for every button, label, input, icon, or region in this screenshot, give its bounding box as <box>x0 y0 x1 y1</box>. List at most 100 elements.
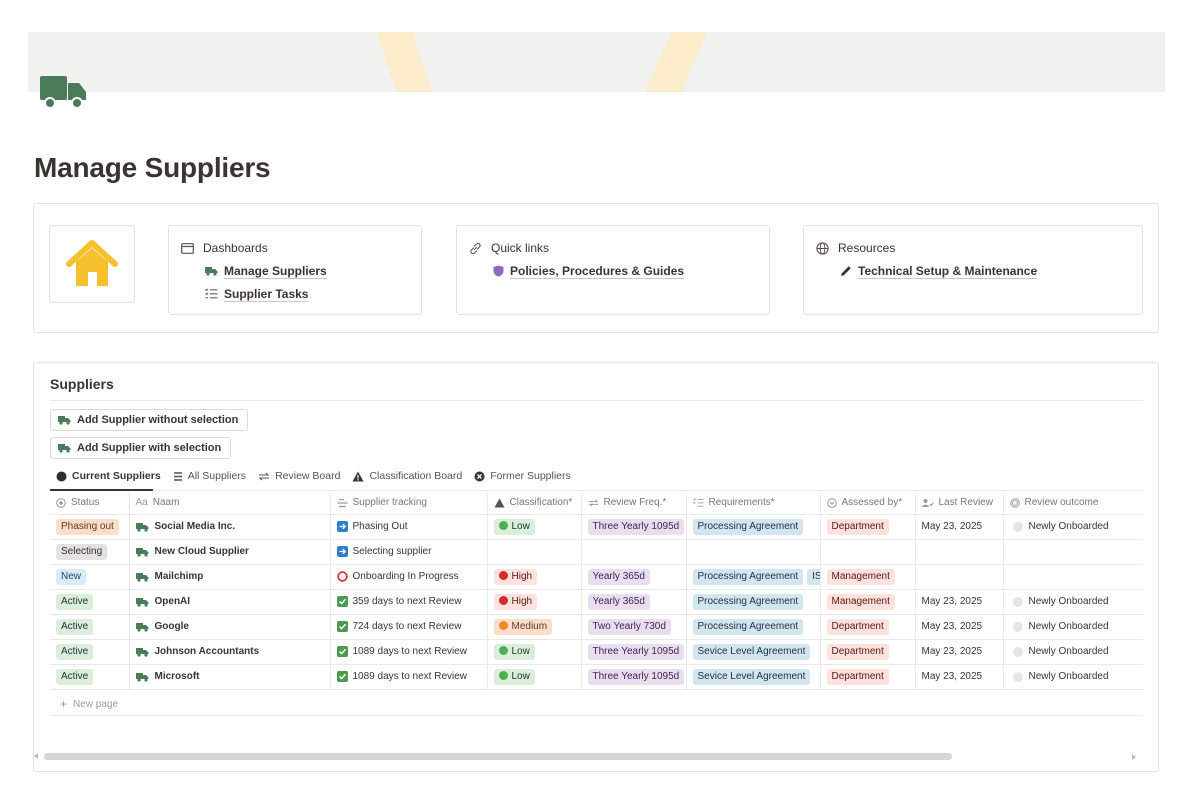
column-header-tracking[interactable]: Supplier tracking <box>330 492 488 515</box>
tracking-cell[interactable]: 724 days to next Review <box>330 614 488 640</box>
classification-cell[interactable]: Low <box>487 514 582 540</box>
review-freq-cell[interactable]: Three Yearly 1095d <box>581 639 687 665</box>
last-review-cell[interactable]: May 23, 2025 <box>915 589 1004 615</box>
table-row[interactable]: Active Google 724 days to next Review Mediu… <box>50 614 1143 640</box>
review-outcome-cell[interactable]: Newly Onboarded <box>1003 664 1143 690</box>
supplier-name: OpenAI <box>154 596 191 607</box>
tracking-cell[interactable]: 359 days to next Review <box>330 589 488 615</box>
review-freq-cell[interactable]: Three Yearly 1095d <box>581 514 687 540</box>
new-page-row[interactable]: + New page <box>50 692 1143 716</box>
review-freq-cell[interactable]: Yearly 365d <box>581 589 687 615</box>
last-review-cell[interactable]: May 23, 2025 <box>915 514 1004 540</box>
column-header-classification[interactable]: Classification* <box>487 492 582 515</box>
review-freq-cell[interactable]: Three Yearly 1095d <box>581 664 687 690</box>
name-cell[interactable]: Mailchimp <box>129 564 331 590</box>
status-cell[interactable]: Phasing out <box>50 514 130 540</box>
tab-current-suppliers[interactable]: Current Suppliers <box>56 470 161 482</box>
requirement-badge: Processing Agreement <box>692 568 804 585</box>
column-header-review-outcome[interactable]: Review outcome <box>1003 492 1143 515</box>
last-review-cell[interactable]: May 23, 2025 <box>915 664 1004 690</box>
status-cell[interactable]: New <box>50 564 130 590</box>
review-freq-cell[interactable]: Two Yearly 730d <box>581 614 687 640</box>
requirements-cell[interactable]: Processing Agreement <box>686 614 821 640</box>
requirements-cell[interactable]: Sevice Level Agreement <box>686 639 821 665</box>
tracking-cell[interactable]: 1089 days to next Review <box>330 664 488 690</box>
name-cell[interactable]: Social Media Inc. <box>129 514 331 540</box>
column-header-last-review[interactable]: Last Review <box>915 492 1004 515</box>
column-header-review-freq[interactable]: Review Freq.* <box>581 492 687 515</box>
last-review-cell[interactable] <box>915 539 1004 565</box>
home-tile[interactable] <box>49 225 135 303</box>
link-technical-setup[interactable]: Technical Setup & Maintenance <box>840 263 1130 279</box>
column-header-naam[interactable]: Aa Naam <box>129 492 331 515</box>
assessed-by-cell[interactable]: Management <box>820 589 916 615</box>
tab-all-suppliers[interactable]: All Suppliers <box>173 470 246 482</box>
tab-classification-board[interactable]: Classification Board <box>352 470 462 482</box>
horizontal-scrollbar[interactable] <box>44 753 952 760</box>
review-outcome-cell[interactable]: Newly Onboarded <box>1003 639 1143 665</box>
classification-cell[interactable]: High <box>487 589 582 615</box>
name-cell[interactable]: Johnson Accountants <box>129 639 331 665</box>
column-header-assessed-by[interactable]: Assessed by* <box>820 492 916 515</box>
status-cell[interactable]: Active <box>50 614 130 640</box>
requirements-cell[interactable]: Sevice Level Agreement <box>686 664 821 690</box>
status-cell[interactable]: Active <box>50 639 130 665</box>
assessed-by-cell[interactable]: Management <box>820 564 916 590</box>
review-outcome-cell[interactable] <box>1003 539 1143 565</box>
assessed-by-cell[interactable]: Department <box>820 664 916 690</box>
tab-former-suppliers[interactable]: Former Suppliers <box>474 470 571 482</box>
classification-cell[interactable]: High <box>487 564 582 590</box>
truck-icon[interactable] <box>38 74 88 110</box>
review-outcome-cell[interactable]: Newly Onboarded <box>1003 614 1143 640</box>
classification-cell[interactable]: Low <box>487 664 582 690</box>
table-row[interactable]: Active OpenAI 359 days to next Review High Y… <box>50 589 1143 615</box>
tracking-cell[interactable]: 1089 days to next Review <box>330 639 488 665</box>
name-cell[interactable]: OpenAI <box>129 589 331 615</box>
classification-cell[interactable]: Medium <box>487 614 582 640</box>
name-cell[interactable]: Google <box>129 614 331 640</box>
column-header-requirements[interactable]: Requirements* <box>686 492 821 515</box>
assessed-by-cell[interactable]: Department <box>820 514 916 540</box>
tab-review-board[interactable]: Review Board <box>258 470 340 482</box>
review-freq-cell[interactable]: Yearly 365d <box>581 564 687 590</box>
requirements-cell[interactable]: Processing Agreement <box>686 589 821 615</box>
assessed-by-cell[interactable]: Department <box>820 639 916 665</box>
scroll-left-arrow[interactable] <box>34 753 38 759</box>
review-outcome-cell[interactable]: Newly Onboarded <box>1003 514 1143 540</box>
tracking-cell[interactable]: Onboarding In Progress <box>330 564 488 590</box>
requirements-cell[interactable]: Processing AgreementIS <box>686 564 821 590</box>
table-row[interactable]: New Mailchimp Onboarding In Progress High Ye… <box>50 564 1143 590</box>
add-supplier-with-selection-button[interactable]: Add Supplier with selection <box>50 437 232 459</box>
requirements-cell[interactable] <box>686 539 821 565</box>
last-review-cell[interactable] <box>915 564 1004 590</box>
table-row[interactable]: Active Microsoft 1089 days to next Review L… <box>50 664 1143 690</box>
review-outcome-cell[interactable]: Newly Onboarded <box>1003 589 1143 615</box>
link-supplier-tasks[interactable]: Supplier Tasks <box>205 286 409 302</box>
tracking-cell[interactable]: Selecting supplier <box>330 539 488 565</box>
table-row[interactable]: Phasing out Social Media Inc. Phasing Out L… <box>50 514 1143 540</box>
link-policies[interactable]: Policies, Procedures & Guides <box>493 263 757 279</box>
review-outcome-cell[interactable] <box>1003 564 1143 590</box>
last-review-cell[interactable]: May 23, 2025 <box>915 639 1004 665</box>
review-freq-cell[interactable] <box>581 539 687 565</box>
table-row[interactable]: Active Johnson Accountants 1089 days to ne… <box>50 639 1143 665</box>
scroll-right-arrow[interactable] <box>1132 754 1136 760</box>
classification-cell[interactable] <box>487 539 582 565</box>
status-cell[interactable]: Active <box>50 589 130 615</box>
tracking-cell[interactable]: Phasing Out <box>330 514 488 540</box>
status-cell[interactable]: Selecting <box>50 539 130 565</box>
status-cell[interactable]: Active <box>50 664 130 690</box>
name-cell[interactable]: New Cloud Supplier <box>129 539 331 565</box>
column-header-status[interactable]: Status <box>50 492 130 515</box>
last-review-cell[interactable]: May 23, 2025 <box>915 614 1004 640</box>
link-manage-suppliers[interactable]: Manage Suppliers <box>205 263 409 279</box>
classification-cell[interactable]: Low <box>487 639 582 665</box>
name-cell[interactable]: Microsoft <box>129 664 331 690</box>
add-supplier-without-selection-button[interactable]: Add Supplier without selection <box>50 409 249 431</box>
assessed-by-cell[interactable]: Department <box>820 614 916 640</box>
requirements-cell[interactable]: Processing Agreement <box>686 514 821 540</box>
tracking-text: 724 days to next Review <box>352 621 462 632</box>
assessed-by-cell[interactable] <box>820 539 916 565</box>
table-row[interactable]: Selecting New Cloud Supplier Selecting sup… <box>50 539 1143 565</box>
assessed-by-badge: Management <box>826 593 895 610</box>
